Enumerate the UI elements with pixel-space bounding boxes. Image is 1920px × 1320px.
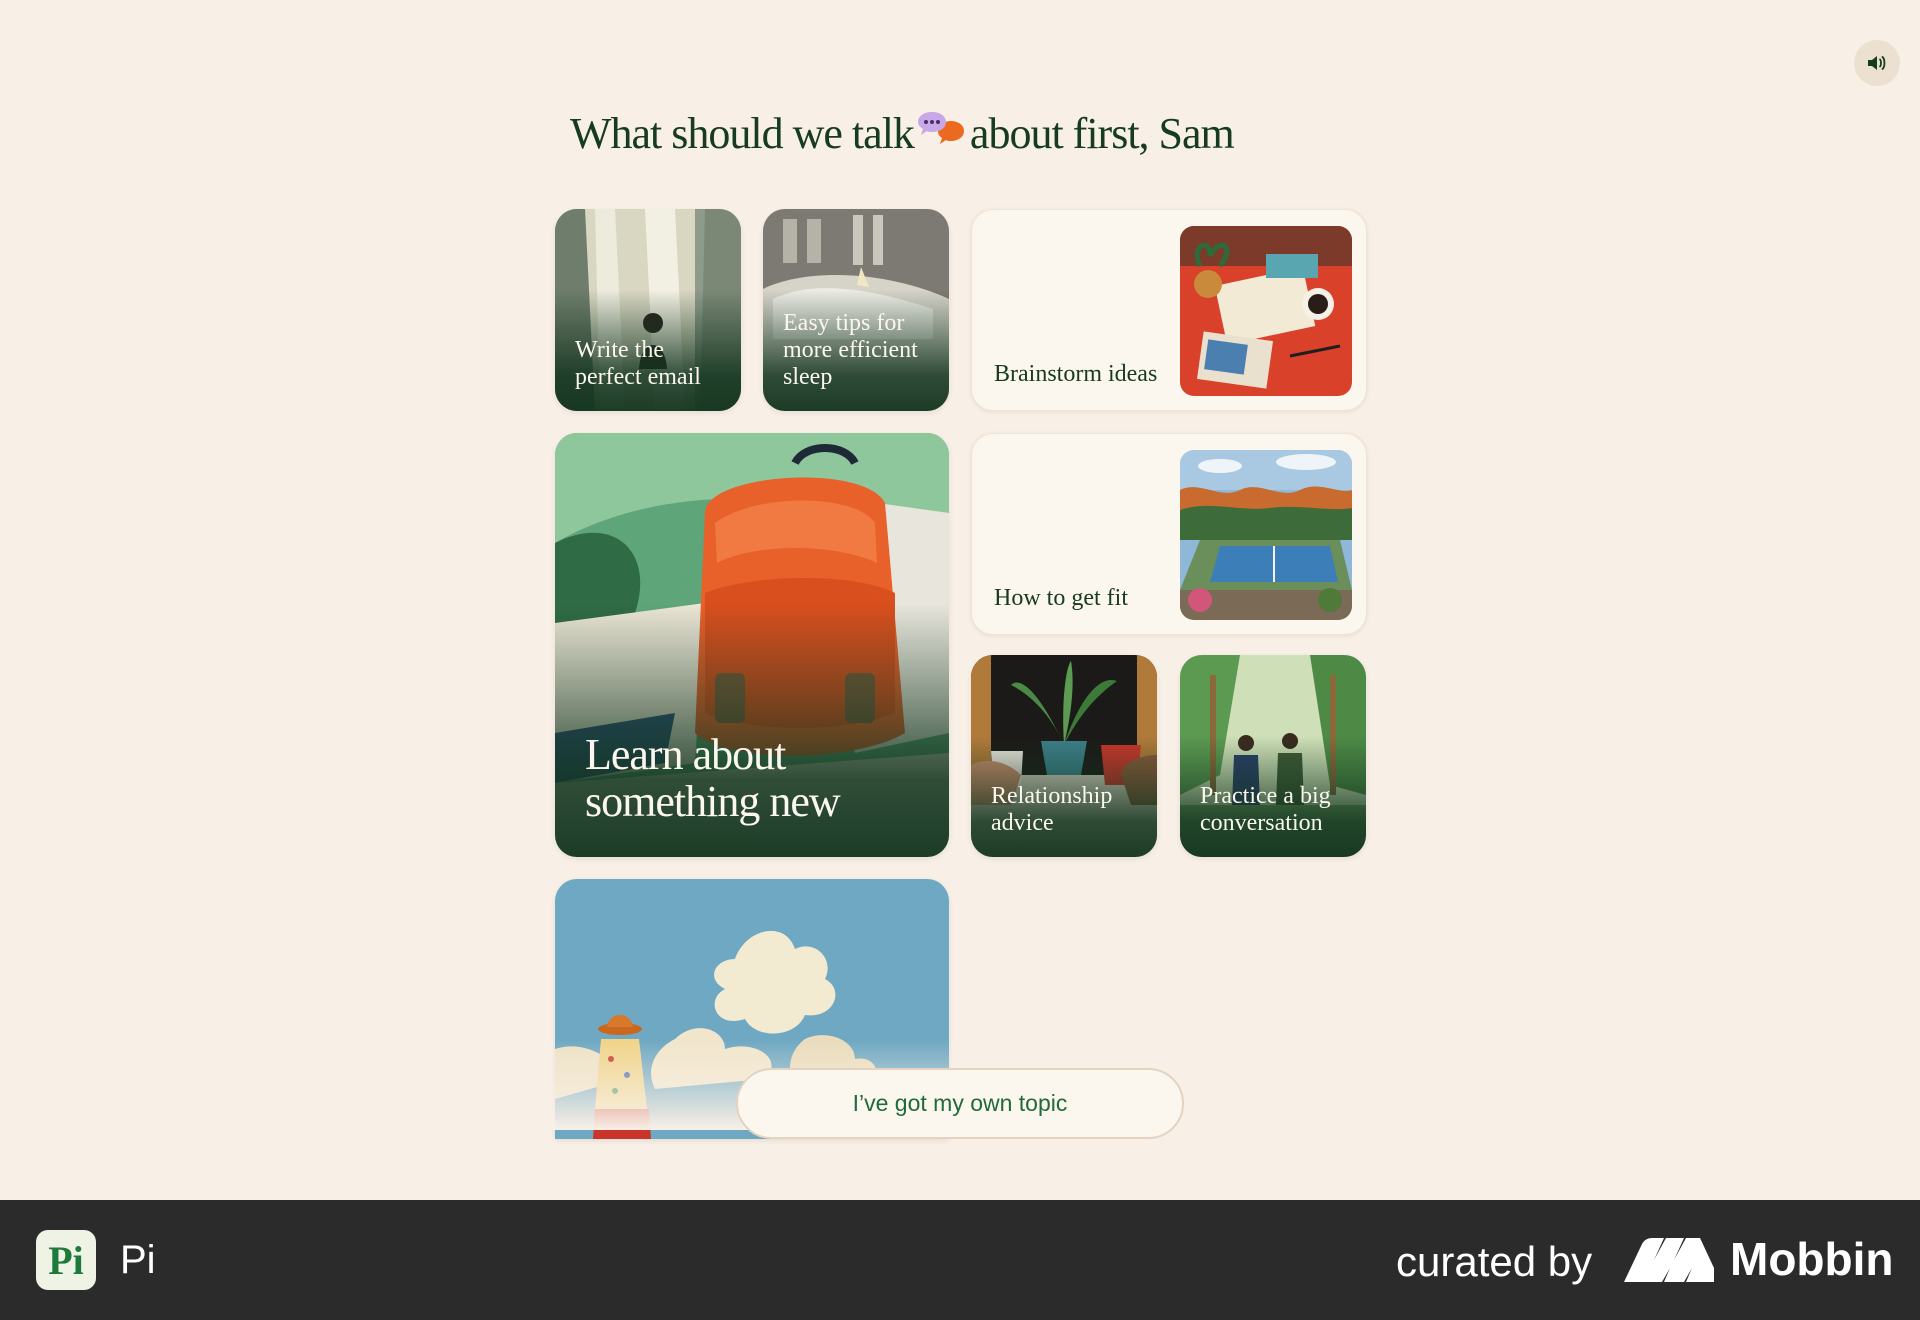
mobbin-brand: Mobbin — [1730, 1233, 1894, 1285]
topic-card-relationship[interactable]: Relationship advice — [971, 655, 1157, 857]
card-label: Brainstorm ideas — [994, 361, 1158, 387]
card-label: Learn about something new — [585, 730, 841, 826]
own-topic-button[interactable]: I’ve got my own topic — [736, 1068, 1184, 1139]
topic-card-get-fit[interactable]: How to get fit — [971, 433, 1367, 635]
card-label: Write the perfect email — [575, 337, 701, 390]
topic-card-write-email[interactable]: Write the perfect email — [555, 209, 741, 411]
tennis-court-illustration — [1180, 450, 1352, 620]
card-label: Practice a big conversation — [1200, 783, 1331, 836]
pi-app-icon: Pi — [36, 1230, 96, 1290]
card-thumbnail — [1180, 450, 1352, 620]
topic-card-brainstorm[interactable]: Brainstorm ideas — [971, 209, 1367, 411]
curated-by-text: curated by — [1396, 1238, 1593, 1285]
mobbin-logo-icon — [1624, 1238, 1714, 1282]
topic-card-learn[interactable]: Learn about something new — [555, 433, 949, 857]
desk-notes-illustration — [1180, 226, 1352, 396]
app-name: Pi — [120, 1238, 156, 1282]
card-label: Easy tips for more efficient sleep — [783, 310, 918, 390]
footer-bar: Pi Pi curated by Mobbin — [0, 1200, 1920, 1320]
topic-card-conversation[interactable]: Practice a big conversation — [1180, 655, 1366, 857]
card-label: How to get fit — [994, 585, 1128, 611]
topic-grid: Write the perfect email Easy tips for mo… — [0, 0, 1920, 1200]
app-window: What should we talk about first, Sam Wri… — [0, 0, 1920, 1200]
topic-card-sleep-tips[interactable]: Easy tips for more efficient sleep — [763, 209, 949, 411]
card-thumbnail — [1180, 226, 1352, 396]
card-label: Relationship advice — [991, 783, 1113, 836]
